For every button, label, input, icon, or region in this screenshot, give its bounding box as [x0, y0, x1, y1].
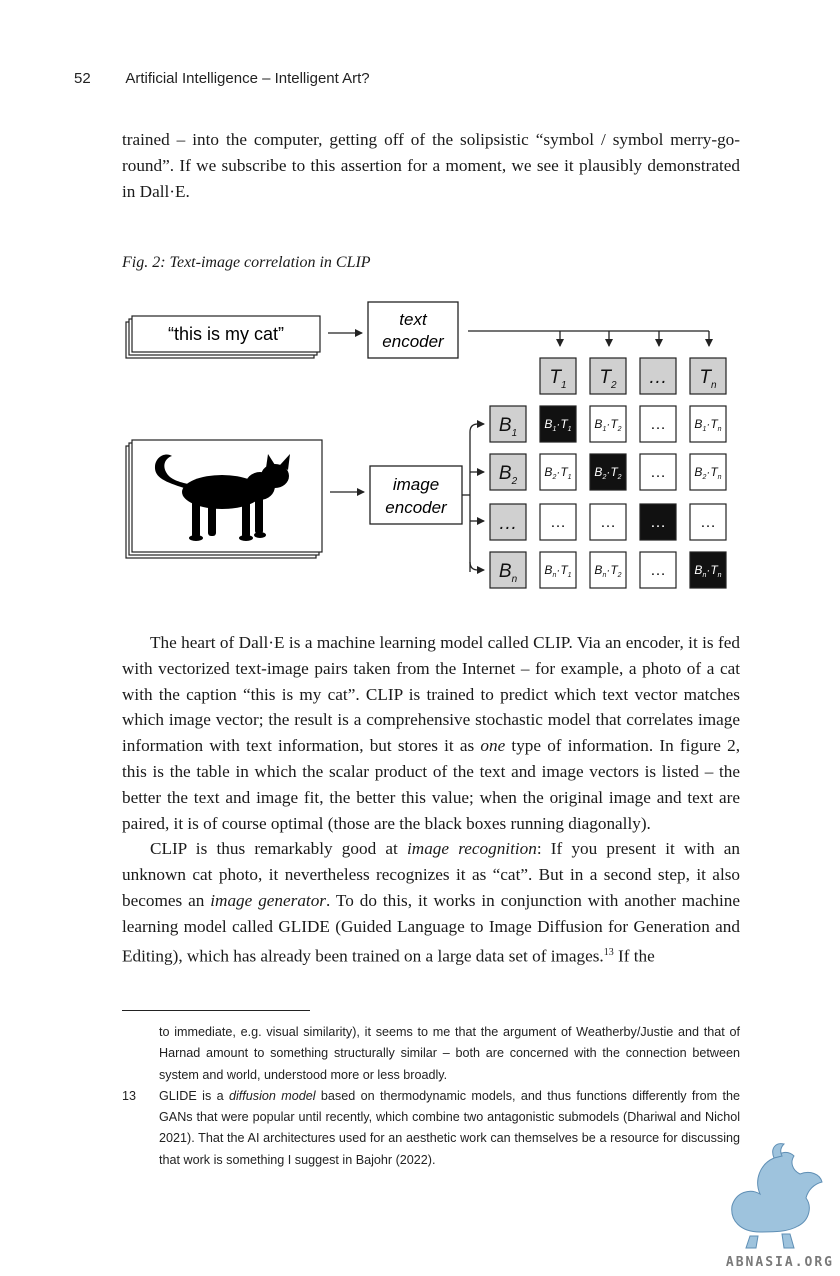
product-label: B2·T1	[544, 465, 571, 481]
ellipsis-label: …	[650, 562, 666, 579]
product-label: Bn·T1	[544, 563, 571, 579]
footnote-ref-13: 13	[603, 946, 614, 958]
image-encoder-label-2: encoder	[385, 498, 448, 517]
product-label: B1·Tn	[694, 417, 721, 433]
text-input-label: “this is my cat”	[168, 324, 284, 344]
page-number: 52	[74, 70, 91, 87]
product-label: B1·T2	[594, 417, 621, 433]
top-paragraph: trained – into the computer, getting off…	[122, 130, 740, 201]
footnote-rule	[122, 1010, 310, 1011]
footnotes: to immediate, e.g. visual similarity), i…	[122, 1022, 740, 1171]
griffin-logo-icon	[731, 1143, 823, 1249]
clip-diagram: “this is my cat” text encoder image enco…	[125, 301, 727, 589]
paragraph-recognition: CLIP is thus remarkably good at image re…	[122, 839, 741, 966]
ellipsis-label: …	[650, 464, 666, 481]
footnote-continued: to immediate, e.g. visual similarity), i…	[159, 1025, 740, 1082]
product-label: Bn·T2	[594, 563, 621, 579]
running-head: 52 Artificial Intelligence – Intelligent…	[74, 70, 740, 87]
watermark-text: ABNASIA.ORG	[725, 1255, 834, 1270]
text-encoder-label-2: encoder	[382, 332, 445, 351]
product-label: B2·Tn	[694, 465, 721, 481]
main-text: The heart of Dall·E is a machine learnin…	[122, 630, 740, 969]
text-connectors	[468, 330, 713, 347]
text-input-stack: “this is my cat”	[125, 315, 321, 359]
text-encoder-label-1: text	[399, 310, 428, 329]
similarity-matrix: T1 T2… TnB1B2…BnB1·T1 B1·T2… B1·TnB2·T1 B2·T2…	[489, 357, 727, 589]
product-label: Bn·Tn	[694, 563, 721, 579]
image-vector-label: …	[499, 513, 518, 534]
footnote-13: 13 GLIDE is a diffusion model based on th…	[122, 1086, 740, 1171]
running-title: Artificial Intelligence – Intelligent Ar…	[125, 70, 370, 87]
image-encoder-label-1: image	[393, 475, 439, 494]
ellipsis-label: …	[700, 514, 716, 531]
paragraph-clip: The heart of Dall·E is a machine learnin…	[122, 633, 740, 833]
top-paragraph-block: trained – into the computer, getting off…	[122, 127, 740, 204]
watermark: ABNASIA.ORG	[700, 1140, 840, 1276]
image-connectors	[462, 420, 485, 574]
figure-caption: Fig. 2: Text-image correlation in CLIP	[122, 254, 371, 271]
footnote-number: 13	[122, 1088, 137, 1103]
product-label: B1·T1	[544, 417, 571, 433]
text-encoder-box: text encoder	[367, 301, 459, 359]
text-vector-label: …	[649, 367, 668, 388]
product-label: B2·T2	[594, 465, 621, 481]
image-encoder-box: image encoder	[369, 465, 463, 525]
ellipsis-label: …	[650, 514, 666, 531]
ellipsis-label: …	[650, 416, 666, 433]
ellipsis-label: …	[550, 514, 566, 531]
ellipsis-label: …	[600, 514, 616, 531]
image-input-stack	[125, 439, 323, 559]
